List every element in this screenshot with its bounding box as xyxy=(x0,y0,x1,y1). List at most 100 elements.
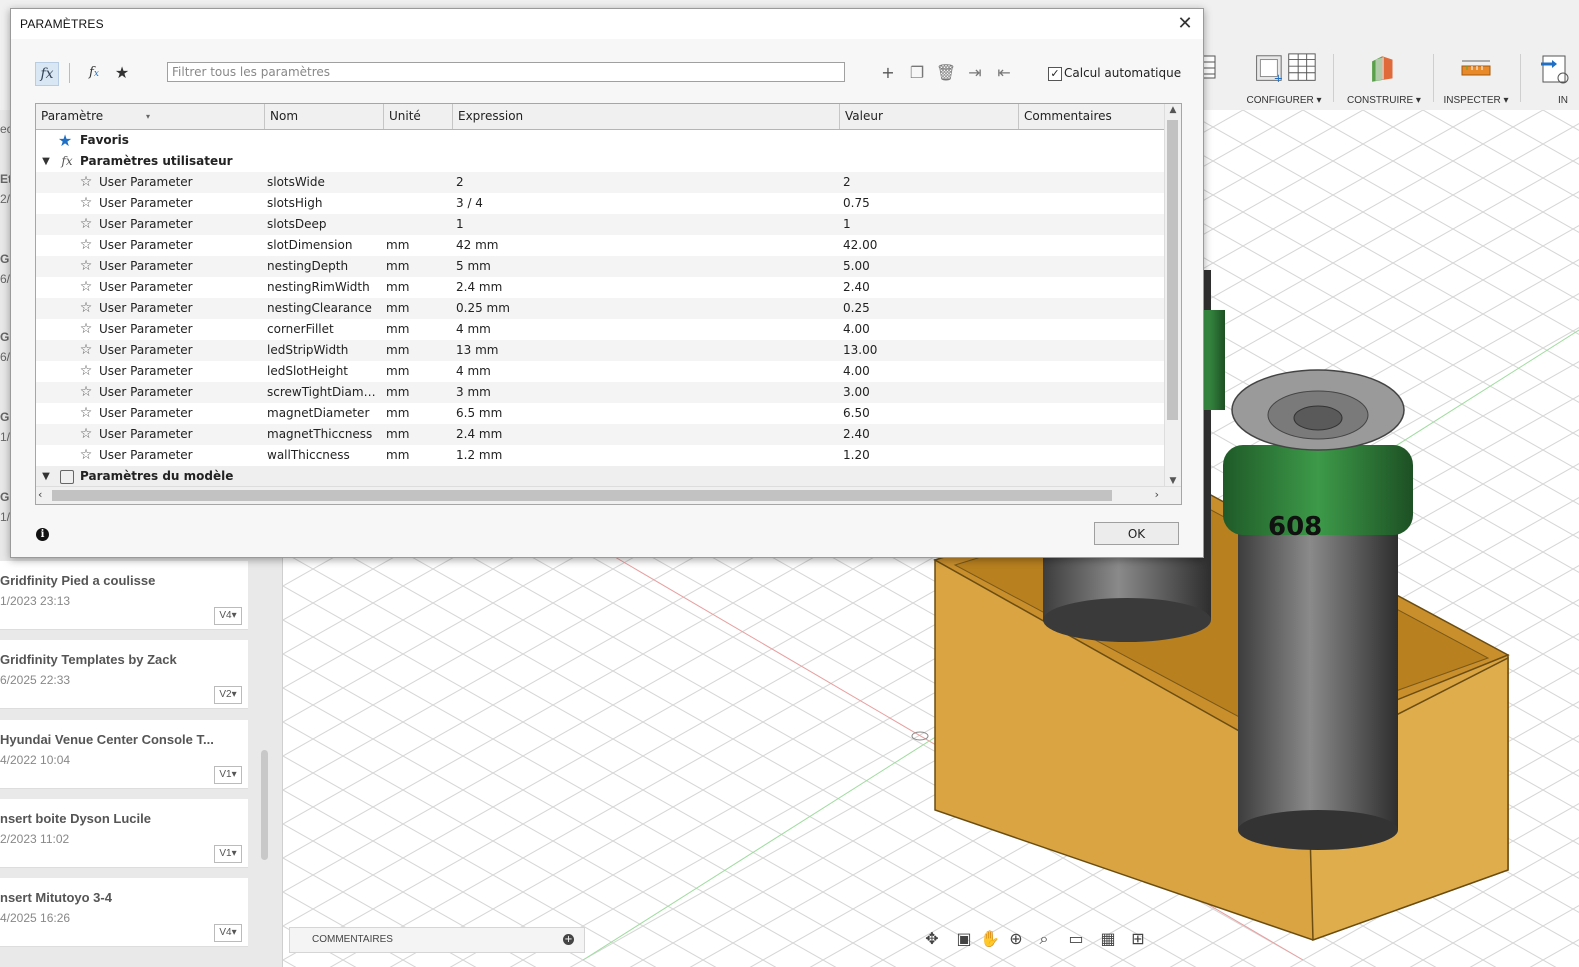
unit-cell[interactable]: mm xyxy=(386,382,446,403)
favorite-star-icon[interactable]: ☆ xyxy=(78,403,94,424)
display-settings-icon[interactable]: ▭ xyxy=(1066,929,1086,949)
unit-cell[interactable] xyxy=(386,172,446,193)
favorite-star-icon[interactable]: ☆ xyxy=(78,361,94,382)
favorite-star-icon[interactable]: ☆ xyxy=(78,235,94,256)
orbit-icon[interactable]: ✥ xyxy=(922,929,942,949)
name-cell[interactable]: ledStripWidth xyxy=(267,340,381,361)
look-at-icon[interactable]: ▣ xyxy=(954,929,974,949)
column-header-comments[interactable]: Commentaires xyxy=(1019,104,1164,129)
unit-cell[interactable]: mm xyxy=(386,319,446,340)
unit-cell[interactable]: mm xyxy=(386,235,446,256)
grid-settings-icon[interactable]: ▦ xyxy=(1098,929,1118,949)
name-cell[interactable]: slotsHigh xyxy=(267,193,381,214)
vertical-scroll-thumb[interactable] xyxy=(1167,120,1178,420)
scroll-right-icon[interactable]: › xyxy=(1155,488,1159,501)
column-header-parameter[interactable]: Paramètre ▾ xyxy=(36,104,265,129)
name-cell[interactable]: nestingDepth xyxy=(267,256,381,277)
viewports-icon[interactable]: ⊞ xyxy=(1128,929,1148,949)
data-panel-scrollbar[interactable] xyxy=(261,750,268,860)
column-header-unit[interactable]: Unité xyxy=(384,104,453,129)
unit-cell[interactable]: mm xyxy=(386,403,446,424)
expression-cell[interactable]: 2.4 mm xyxy=(456,277,836,298)
scroll-down-icon[interactable]: ▼ xyxy=(1165,476,1181,486)
pan-hand-icon[interactable]: ✋ xyxy=(980,929,1000,949)
expression-cell[interactable]: 5 mm xyxy=(456,256,836,277)
name-cell[interactable]: cornerFillet xyxy=(267,319,381,340)
name-cell[interactable]: nestingRimWidth xyxy=(267,277,381,298)
file-card[interactable]: nsert Mitutoyo 3-4 4/2025 16:26 V4▾ xyxy=(0,878,248,947)
filter-parameters-input[interactable] xyxy=(167,62,845,82)
horizontal-scrollbar[interactable]: ‹ › xyxy=(36,486,1181,504)
table-row[interactable]: ☆ User Parameter wallThiccness mm 1.2 mm 1.20 xyxy=(36,445,1164,466)
favorites-group-row[interactable]: ★ Favoris xyxy=(36,130,1164,151)
user-parameters-group-row[interactable]: ▼ fx Paramètres utilisateur xyxy=(36,151,1164,172)
version-badge[interactable]: V1▾ xyxy=(214,845,242,863)
file-card[interactable]: Gridfinity Pied a coulisse 1/2023 23:13 … xyxy=(0,561,248,630)
unit-cell[interactable] xyxy=(386,193,446,214)
expression-cell[interactable]: 6.5 mm xyxy=(456,403,836,424)
toolbar-partial-group[interactable] xyxy=(1196,40,1222,110)
expression-cell[interactable]: 0.25 mm xyxy=(456,298,836,319)
scroll-up-icon[interactable]: ▲ xyxy=(1165,105,1181,115)
table-row[interactable]: ☆ User Parameter magnetThiccness mm 2.4 mm 2.… xyxy=(36,424,1164,445)
table-row[interactable]: ☆ User Parameter cornerFillet mm 4 mm 4.00 xyxy=(36,319,1164,340)
favorite-star-icon[interactable]: ☆ xyxy=(78,319,94,340)
table-row[interactable]: ☆ User Parameter ledSlotHeight mm 4 mm 4.00 xyxy=(36,361,1164,382)
unit-cell[interactable]: mm xyxy=(386,340,446,361)
table-row[interactable]: ☆ User Parameter slotDimension mm 42 mm 42.00 xyxy=(36,235,1164,256)
favorite-star-icon[interactable]: ☆ xyxy=(78,340,94,361)
expression-cell[interactable]: 2.4 mm xyxy=(456,424,836,445)
file-card[interactable]: Gridfinity Templates by Zack 6/2025 22:3… xyxy=(0,640,248,709)
user-parameter-filter-button[interactable]: fx xyxy=(83,62,105,84)
name-cell[interactable]: magnetThiccness xyxy=(267,424,381,445)
unit-cell[interactable]: mm xyxy=(386,256,446,277)
toolbar-configurer[interactable]: + CONFIGURER ▾ xyxy=(1240,40,1328,110)
name-cell[interactable]: wallThiccness xyxy=(267,445,381,466)
unit-cell[interactable]: mm xyxy=(386,445,446,466)
export-icon[interactable]: ⇤ xyxy=(993,62,1015,84)
table-row[interactable]: ☆ User Parameter nestingRimWidth mm 2.4 mm 2.… xyxy=(36,277,1164,298)
table-row[interactable]: ☆ User Parameter magnetDiameter mm 6.5 mm 6.5… xyxy=(36,403,1164,424)
file-card[interactable]: nsert boite Dyson Lucile 2/2023 11:02 V1… xyxy=(0,799,248,868)
favorite-star-icon[interactable]: ☆ xyxy=(78,277,94,298)
name-cell[interactable]: slotsWide xyxy=(267,172,381,193)
dialog-titlebar[interactable]: PARAMÈTRES ✕ xyxy=(11,9,1203,39)
toolbar-inspecter[interactable]: INSPECTER ▾ xyxy=(1438,40,1514,110)
checkbox-check-icon[interactable]: ✓ xyxy=(1048,67,1062,81)
name-cell[interactable]: ledSlotHeight xyxy=(267,361,381,382)
favorite-star-icon[interactable]: ☆ xyxy=(78,214,94,235)
name-cell[interactable]: screwTightDiamet… xyxy=(267,382,381,403)
table-row[interactable]: ☆ User Parameter screwTightDiamet… mm 3 mm 3.… xyxy=(36,382,1164,403)
expression-cell[interactable]: 2 xyxy=(456,172,836,193)
copy-parameter-icon[interactable]: ❐ xyxy=(906,62,928,84)
favorite-star-icon[interactable]: ☆ xyxy=(78,172,94,193)
expression-cell[interactable]: 4 mm xyxy=(456,319,836,340)
import-icon[interactable]: ⇥ xyxy=(964,62,986,84)
close-icon[interactable]: ✕ xyxy=(1173,12,1197,36)
version-badge[interactable]: V1▾ xyxy=(214,766,242,784)
model-parameters-group-row[interactable]: ▼ Paramètres du modèle xyxy=(36,466,1164,487)
table-row[interactable]: ☆ User Parameter slotsDeep 1 1 xyxy=(36,214,1164,235)
unit-cell[interactable]: mm xyxy=(386,361,446,382)
expression-cell[interactable]: 1.2 mm xyxy=(456,445,836,466)
fx-filter-button[interactable]: fx xyxy=(35,62,59,86)
favorite-star-icon[interactable]: ☆ xyxy=(78,256,94,277)
favorite-star-icon[interactable]: ☆ xyxy=(78,193,94,214)
favorites-filter-star-icon[interactable]: ★ xyxy=(111,62,133,84)
favorite-star-icon[interactable]: ☆ xyxy=(78,298,94,319)
table-row[interactable]: ☆ User Parameter nestingDepth mm 5 mm 5.00 xyxy=(36,256,1164,277)
expression-cell[interactable]: 13 mm xyxy=(456,340,836,361)
name-cell[interactable]: nestingClearance xyxy=(267,298,381,319)
column-header-name[interactable]: Nom xyxy=(265,104,384,129)
info-icon[interactable]: i xyxy=(36,528,49,541)
column-header-value[interactable]: Valeur xyxy=(840,104,1019,129)
expression-cell[interactable]: 42 mm xyxy=(456,235,836,256)
vertical-scrollbar[interactable]: ▲ ▼ xyxy=(1164,104,1181,487)
table-row[interactable]: ☆ User Parameter ledStripWidth mm 13 mm 13.00 xyxy=(36,340,1164,361)
add-parameter-icon[interactable]: + xyxy=(877,62,899,84)
expression-cell[interactable]: 3 mm xyxy=(456,382,836,403)
toolbar-insert[interactable]: IN xyxy=(1528,40,1579,110)
horizontal-scroll-thumb[interactable] xyxy=(52,490,1112,501)
favorite-star-icon[interactable]: ☆ xyxy=(78,424,94,445)
expression-cell[interactable]: 3 / 4 xyxy=(456,193,836,214)
